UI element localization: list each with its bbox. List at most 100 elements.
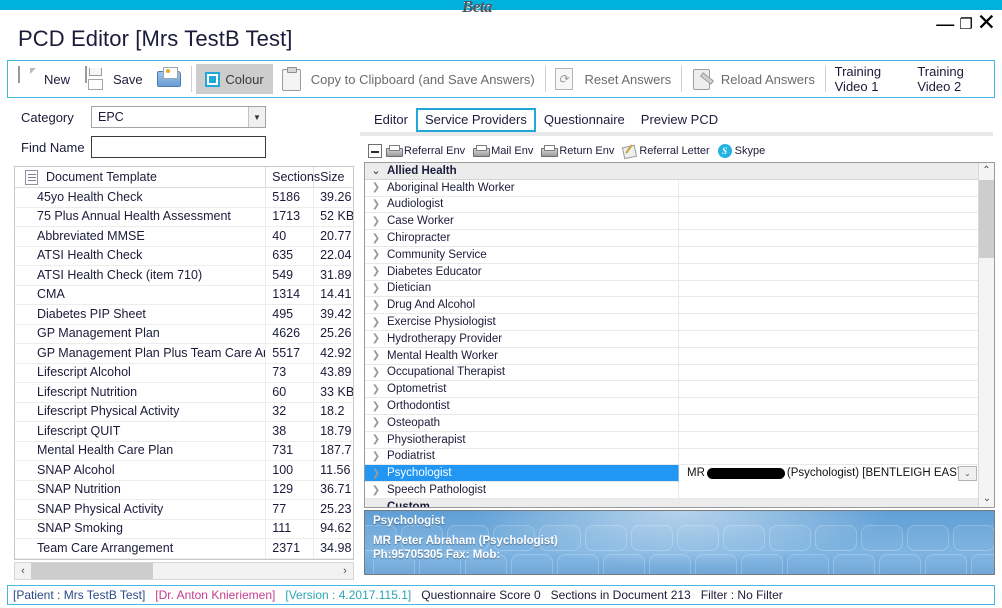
category-select[interactable]: EPC ▼ — [91, 106, 266, 128]
sp-skype-button[interactable]: SSkype — [718, 144, 770, 158]
chevron-right-icon[interactable]: ❯ — [365, 417, 387, 428]
reload-answers-button[interactable]: Reload Answers — [685, 61, 822, 97]
hscroll-thumb[interactable] — [31, 563, 153, 579]
collapse-all-button[interactable] — [368, 144, 382, 158]
vscroll-thumb[interactable] — [979, 180, 995, 258]
colour-toggle-button[interactable]: Colour — [196, 64, 272, 94]
table-row[interactable]: ATSI Health Check63522.04 — [15, 247, 353, 267]
scroll-up-arrow-icon[interactable]: ⌃ — [979, 163, 994, 179]
tree-vertical-scrollbar[interactable]: ⌃ ⌄ — [978, 163, 994, 507]
tree-item-row[interactable]: ❯Diabetes Educator — [365, 264, 978, 281]
chevron-right-icon[interactable]: ❯ — [365, 434, 387, 445]
tree-item-row[interactable]: ❯Podiatrist — [365, 449, 978, 466]
tree-item-row[interactable]: ❯Case Worker — [365, 213, 978, 230]
table-row[interactable]: SNAP Physical Activity7725.23 — [15, 500, 353, 520]
provider-dropdown-chevron-icon[interactable]: ⌄ — [958, 466, 977, 481]
tree-item-row[interactable]: ❯Physiotherapist — [365, 432, 978, 449]
table-row[interactable]: Lifescript QUIT3818.79 — [15, 422, 353, 442]
tree-group-row[interactable]: ⌄Custom — [365, 499, 978, 507]
tree-item-row[interactable]: ❯Dietician — [365, 281, 978, 298]
tree-item-row[interactable]: ❯Hydrotherapy Provider — [365, 331, 978, 348]
table-row[interactable]: CMA131414.41 — [15, 286, 353, 306]
hscroll-track[interactable] — [31, 563, 337, 579]
reset-answers-button[interactable]: ⟳ Reset Answers — [548, 61, 678, 97]
table-row[interactable]: Team Care Arrangement237134.98 — [15, 539, 353, 559]
find-name-input[interactable] — [91, 136, 266, 158]
column-header-size[interactable]: Size — [313, 167, 353, 188]
table-row[interactable]: 75 Plus Annual Health Assessment171352 K… — [15, 208, 353, 228]
chevron-down-icon[interactable]: ▼ — [248, 107, 265, 127]
sp-return-env-button[interactable]: Return Env — [541, 145, 618, 157]
table-row[interactable]: Diabetes PIP Sheet49539.42 — [15, 305, 353, 325]
selected-provider-value[interactable]: MR (Psychologist) [BENTLEIGH EAST] — [679, 465, 967, 482]
template-grid-horizontal-scrollbar[interactable]: ‹ › — [14, 562, 354, 580]
maximize-button[interactable]: ❐ — [958, 17, 974, 32]
chevron-right-icon[interactable]: ❯ — [365, 199, 387, 210]
tree-item-row[interactable]: ❯Mental Health Worker — [365, 348, 978, 365]
column-header-document-template[interactable]: Document Template — [15, 167, 265, 188]
chevron-right-icon[interactable]: ❯ — [365, 384, 387, 395]
table-row[interactable]: 45yo Health Check518639.26 — [15, 188, 353, 208]
chevron-right-icon[interactable]: ❯ — [365, 317, 387, 328]
copy-to-clipboard-button[interactable]: Copy to Clipboard (and Save Answers) — [275, 61, 542, 97]
document-template-grid[interactable]: Document Template Sections Size 45yo Hea… — [14, 166, 354, 560]
scroll-left-arrow-icon[interactable]: ‹ — [15, 565, 31, 577]
tree-item-row[interactable]: ❯Speech Pathologist — [365, 482, 978, 499]
new-button[interactable]: New — [8, 61, 77, 97]
chevron-right-icon[interactable]: ❯ — [365, 468, 387, 479]
chevron-right-icon[interactable]: ❯ — [365, 485, 387, 496]
service-provider-tree[interactable]: ⌄Allied Health❯Aboriginal Health Worker❯… — [364, 162, 995, 508]
tree-item-row[interactable]: ❯Orthodontist — [365, 398, 978, 415]
table-row[interactable]: SNAP Alcohol10011.56 — [15, 461, 353, 481]
tab-editor[interactable]: Editor — [366, 108, 416, 132]
minimize-button[interactable]: — — [934, 14, 957, 34]
chevron-down-icon[interactable]: ⌄ — [365, 500, 387, 507]
chevron-right-icon[interactable]: ❯ — [365, 233, 387, 244]
tree-item-row[interactable]: ❯Aboriginal Health Worker — [365, 180, 978, 197]
save-button[interactable]: Save — [77, 61, 150, 97]
tree-item-row[interactable]: ❯PsychologistMR (Psychologist) [BENTLEIG… — [365, 465, 978, 482]
tree-item-row[interactable]: ❯Audiologist — [365, 197, 978, 214]
table-row[interactable]: Lifescript Nutrition6033 KB — [15, 383, 353, 403]
chevron-right-icon[interactable]: ❯ — [365, 266, 387, 277]
column-header-sections[interactable]: Sections — [265, 167, 313, 188]
tab-service-providers[interactable]: Service Providers — [416, 108, 536, 132]
table-row[interactable]: SNAP Smoking11194.62 — [15, 520, 353, 540]
table-row[interactable]: Mental Health Care Plan731187.7 — [15, 442, 353, 462]
chevron-right-icon[interactable]: ❯ — [365, 300, 387, 311]
tree-item-row[interactable]: ❯Chiropracter — [365, 230, 978, 247]
tree-item-row[interactable]: ❯Occupational Therapist — [365, 365, 978, 382]
tree-item-row[interactable]: ❯Osteopath — [365, 415, 978, 432]
chevron-right-icon[interactable]: ❯ — [365, 249, 387, 260]
scroll-right-arrow-icon[interactable]: › — [337, 565, 353, 577]
close-button[interactable]: ✕ — [976, 12, 998, 35]
table-row[interactable]: Lifescript Physical Activity3218.2 — [15, 403, 353, 423]
open-folder-button[interactable] — [150, 61, 188, 97]
chevron-right-icon[interactable]: ❯ — [365, 367, 387, 378]
chevron-right-icon[interactable]: ❯ — [365, 333, 387, 344]
chevron-right-icon[interactable]: ❯ — [365, 182, 387, 193]
tree-item-row[interactable]: ❯Community Service — [365, 247, 978, 264]
chevron-right-icon[interactable]: ❯ — [365, 216, 387, 227]
tree-group-row[interactable]: ⌄Allied Health — [365, 163, 978, 180]
scroll-down-arrow-icon[interactable]: ⌄ — [979, 491, 995, 507]
chevron-right-icon[interactable]: ❯ — [365, 350, 387, 361]
tree-item-row[interactable]: ❯Exercise Physiologist — [365, 314, 978, 331]
sp-referral-letter-button[interactable]: Referral Letter — [622, 145, 713, 158]
tree-item-row[interactable]: ❯Optometrist — [365, 381, 978, 398]
tab-questionnaire[interactable]: Questionnaire — [536, 108, 633, 132]
tab-preview-pcd[interactable]: Preview PCD — [633, 108, 726, 132]
table-row[interactable]: GP Management Plan Plus Team Care Ar...5… — [15, 344, 353, 364]
chevron-right-icon[interactable]: ❯ — [365, 451, 387, 462]
training-video-2-link[interactable]: Training Video 2 — [911, 64, 994, 94]
tree-item-row[interactable]: ❯Drug And Alcohol — [365, 297, 978, 314]
training-video-1-link[interactable]: Training Video 1 — [829, 64, 912, 94]
table-row[interactable]: Abbreviated MMSE4020.77 — [15, 227, 353, 247]
chevron-right-icon[interactable]: ❯ — [365, 283, 387, 294]
table-row[interactable]: SNAP Nutrition12936.71 — [15, 481, 353, 501]
sp-mail-env-button[interactable]: Mail Env — [473, 145, 537, 157]
chevron-down-icon[interactable]: ⌄ — [365, 164, 387, 177]
table-row[interactable]: GP Management Plan462625.26 — [15, 325, 353, 345]
chevron-right-icon[interactable]: ❯ — [365, 401, 387, 412]
table-row[interactable]: Lifescript Alcohol7343.89 — [15, 364, 353, 384]
